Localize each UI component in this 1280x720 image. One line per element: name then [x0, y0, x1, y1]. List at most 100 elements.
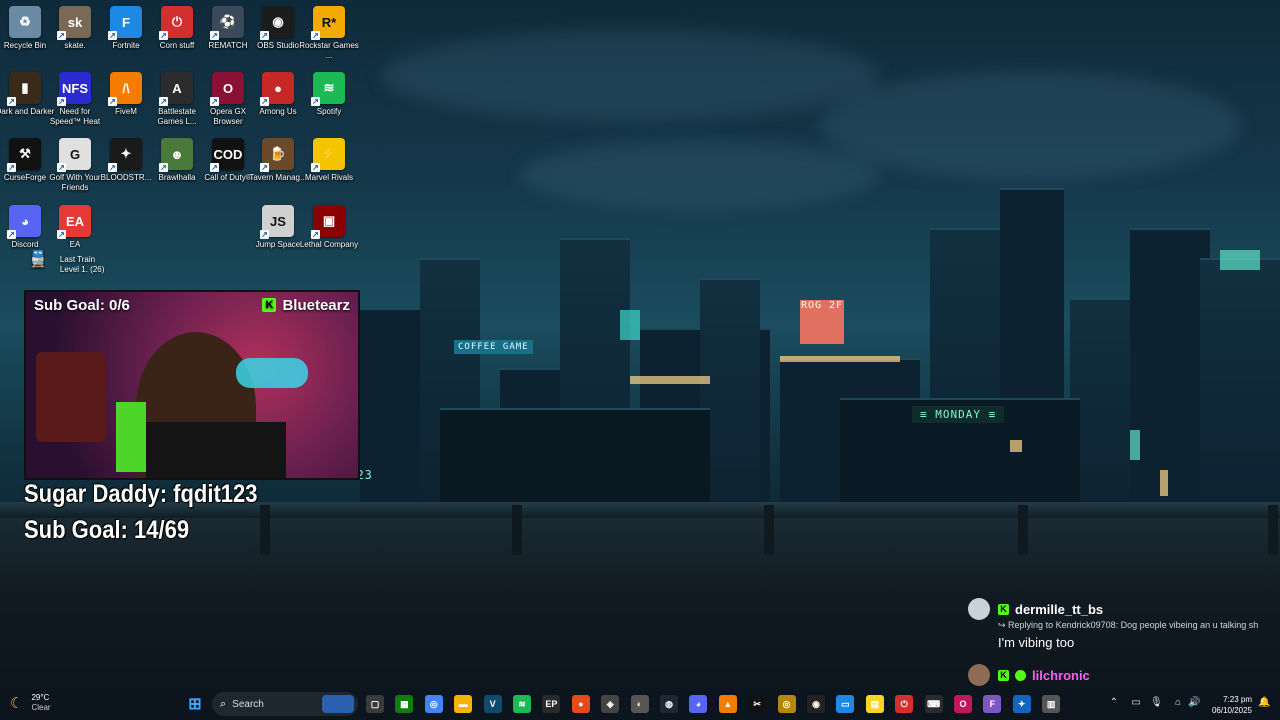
- microphone-icon[interactable]: 🎙: [1150, 697, 1163, 709]
- shortcut-arrow-icon: ↗: [57, 97, 66, 106]
- volume-icon[interactable]: 🔊: [1188, 697, 1200, 709]
- file-explorer-icon[interactable]: ▬: [454, 695, 473, 713]
- vlc-icon[interactable]: ▲: [718, 695, 737, 713]
- shortcut-arrow-icon: ↗: [260, 163, 269, 172]
- app-menu-icon[interactable]: ▥: [1042, 695, 1061, 713]
- verified-badge-icon: [1015, 669, 1026, 681]
- desktop-icon-rockstar[interactable]: R* ↗ Rockstar Games ...: [299, 6, 359, 61]
- clock-time: 7:23 pm: [1223, 695, 1252, 704]
- desktop-icon-label: Last Train Level 1. (26): [59, 255, 105, 274]
- chat-message: I'm vibing too: [998, 635, 1075, 650]
- curseforge-icon: ⚒ ↗: [7, 138, 41, 172]
- shortcut-arrow-icon: ↗: [260, 31, 269, 40]
- desktop-icon-spotify[interactable]: ≋ ↗ Spotify: [299, 72, 359, 117]
- skate-icon: sk ↗: [57, 6, 91, 40]
- jump-space-icon: JS ↗: [260, 205, 294, 239]
- steam-icon[interactable]: ◍: [660, 695, 678, 713]
- rematch-icon: ⚽ ↗: [210, 6, 244, 40]
- desktop-icon-label: Lethal Company: [299, 240, 359, 249]
- photos-icon[interactable]: ▭: [836, 695, 855, 713]
- shortcut-arrow-icon: ↗: [311, 163, 320, 172]
- shortcut-arrow-icon: ↗: [108, 97, 117, 106]
- chat-username: dermille_tt_bs: [1015, 601, 1104, 617]
- rockstar-icon: R* ↗: [311, 6, 345, 40]
- shortcut-arrow-icon: ↗: [311, 230, 320, 239]
- ps-app-icon[interactable]: ◈: [601, 695, 620, 713]
- clock[interactable]: 7:23 pm 06/10/2025: [1206, 694, 1252, 716]
- search-icon: ⌕: [220, 697, 227, 710]
- cam-streamer-name: Bluetearz: [282, 296, 350, 314]
- network-icon[interactable]: ⌂: [1172, 697, 1184, 709]
- kick-badge-icon: K: [998, 603, 1009, 615]
- train-icon: 🚆: [28, 251, 48, 268]
- nvidia-icon[interactable]: ◐: [630, 695, 649, 713]
- chat-reply-context: ↪ Replying to Kendrick09708: Dog people …: [998, 620, 1259, 630]
- rog-sign: ROG 2F: [800, 300, 844, 344]
- desktop-icon-last-train[interactable]: 🚆 Last Train Level 1. (26): [28, 251, 116, 275]
- shortcut-arrow-icon: ↗: [108, 163, 117, 172]
- chat-avatar: [968, 664, 990, 686]
- chrome-icon[interactable]: ◎: [424, 695, 443, 713]
- call-of-duty-icon: COD ↗: [210, 138, 244, 172]
- desktop-icon-ea[interactable]: EA ↗ EA: [45, 205, 105, 250]
- shortcut-arrow-icon: ↗: [311, 97, 320, 106]
- discord-taskbar-icon[interactable]: ◕: [689, 695, 708, 713]
- desktop-icon-label: Rockstar Games ...: [299, 41, 359, 60]
- tavern-icon: 🍺 ↗: [260, 138, 294, 172]
- app-blue-icon[interactable]: ✦: [1012, 695, 1031, 713]
- weather-desc: Clear: [31, 703, 51, 712]
- fortnite-icon: F ↗: [108, 6, 142, 40]
- terminal-icon[interactable]: ⌨: [924, 695, 943, 713]
- lethal-company-icon: ▣ ↗: [311, 205, 345, 239]
- app-gold-icon[interactable]: ◎: [777, 695, 796, 713]
- chat-username: lilchronic: [1032, 667, 1090, 683]
- chat-overlay: K dermille_tt_bs ↪ Replying to Kendrick0…: [968, 598, 1280, 686]
- notification-icon[interactable]: 🔔: [1258, 697, 1270, 709]
- shortcut-arrow-icon: ↗: [7, 163, 16, 172]
- spotify-taskbar-icon[interactable]: ≋: [513, 695, 531, 713]
- shortcut-arrow-icon: ↗: [210, 163, 219, 172]
- desktop-icon-label: Spotify: [316, 107, 342, 116]
- task-view-icon[interactable]: ▢: [366, 695, 384, 713]
- app-orange-icon[interactable]: ●: [571, 695, 590, 713]
- moon-icon: ☾: [10, 695, 24, 712]
- notes-icon[interactable]: ▤: [865, 695, 884, 713]
- shortcut-arrow-icon: ↗: [7, 230, 16, 239]
- spotify-icon: ≋ ↗: [311, 72, 345, 106]
- tray-app-icon[interactable]: ▭: [1130, 697, 1142, 709]
- taskbar: ☾ 29°C Clear ⊞ ⌕ Search ▢ ▦ ◎ ▬ V ≋ EP ● ◈ ◐ ◍ ◕ ▲ ✂ ◎…: [0, 688, 1280, 720]
- epic-games-icon[interactable]: EP: [542, 695, 561, 713]
- webcam-overlay: Sub Goal: 0/6 K Bluetearz: [24, 290, 360, 480]
- fortnite-taskbar-icon[interactable]: F: [983, 695, 1002, 713]
- shortcut-arrow-icon: ↗: [210, 31, 219, 40]
- xbox-icon[interactable]: ▦: [395, 695, 414, 713]
- shortcut-arrow-icon: ↗: [57, 163, 66, 172]
- dark-and-darker-icon: ▮ ↗: [7, 72, 41, 106]
- start-button[interactable]: ⊞: [186, 695, 204, 713]
- desktop-icon-lethal-company[interactable]: ▣ ↗ Lethal Company: [299, 205, 359, 250]
- monday-sign: ≡ MONDAY ≡: [912, 406, 1005, 423]
- weather-widget[interactable]: ☾ 29°C Clear: [10, 693, 51, 713]
- clock-date: 06/10/2025: [1211, 706, 1252, 715]
- search-placeholder: Search: [232, 698, 264, 710]
- opera-gx-taskbar-icon[interactable]: O: [954, 695, 972, 713]
- tray-chevron-icon[interactable]: ⌃: [1108, 697, 1120, 709]
- fivem-icon: /\ ↗: [108, 72, 142, 106]
- shortcut-arrow-icon: ↗: [260, 97, 269, 106]
- sugar-daddy-label: Sugar Daddy: fqdit123: [24, 480, 258, 508]
- coffee-game-sign: COFFEE GAME: [454, 340, 533, 354]
- shortcut-arrow-icon: ↗: [159, 97, 168, 106]
- vscode-icon[interactable]: V: [483, 695, 502, 713]
- corn-stuff-icon: ⏻ ↗: [159, 6, 193, 40]
- desktop-icon-label: EA: [69, 240, 81, 249]
- shortcut-arrow-icon: ↗: [57, 31, 66, 40]
- sub-goal-label: Sub Goal: 14/69: [24, 516, 190, 544]
- battlestate-icon: A ↗: [159, 72, 193, 106]
- shortcut-arrow-icon: ↗: [159, 31, 168, 40]
- obs-taskbar-icon[interactable]: ◉: [807, 695, 825, 713]
- capcut-icon[interactable]: ✂: [748, 695, 767, 713]
- search-box[interactable]: ⌕ Search: [212, 692, 358, 716]
- desktop-icon-marvel-rivals[interactable]: ⚡ ↗ Marvel Rivals: [299, 138, 359, 183]
- corn-stuff-taskbar-icon[interactable]: ⏻: [895, 695, 914, 713]
- shortcut-arrow-icon: ↗: [260, 230, 269, 239]
